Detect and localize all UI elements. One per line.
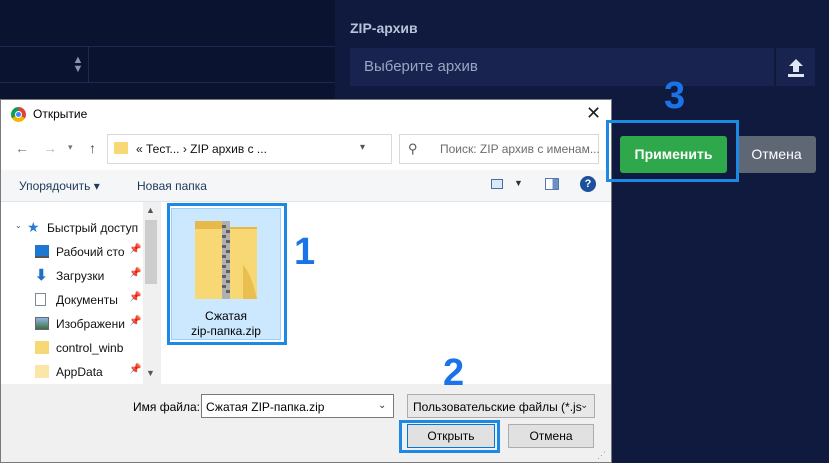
search-input[interactable]: ⚲ Поиск: ZIP архив с именам... — [399, 134, 600, 164]
preview-pane-icon[interactable] — [545, 178, 559, 190]
file-type-value: Пользовательские файлы (*.js — [413, 400, 582, 414]
pin-icon: 📌 — [129, 244, 142, 255]
view-options-icon[interactable] — [491, 179, 503, 189]
pin-icon: 📌 — [129, 364, 142, 375]
filename-label: Имя файла: — [133, 400, 200, 414]
download-icon: ⬇ — [35, 267, 48, 284]
nav-scrollbar[interactable]: ▲ ▼ — [143, 202, 159, 384]
breadcrumb[interactable]: « Тест... › ZIP архив с ... — [136, 142, 267, 156]
address-bar[interactable]: « Тест... › ZIP архив с ... ▾ ↻ — [107, 134, 486, 164]
chrome-icon — [11, 107, 26, 122]
table-divider — [0, 82, 335, 83]
cancel-web-button[interactable]: Отмена — [737, 136, 816, 173]
callout-box-1 — [167, 203, 287, 345]
sidebar-item-control-winb[interactable]: control_winb — [1, 336, 141, 360]
star-icon: ★ — [27, 219, 40, 235]
new-folder-button[interactable]: Новая папка — [137, 179, 207, 193]
callout-box-2 — [399, 420, 500, 453]
step-number-1: 1 — [294, 231, 316, 273]
sidebar-item-label: Быстрый доступ — [47, 221, 139, 235]
sidebar-item-label: control_winb — [56, 341, 124, 355]
sidebar-item-quick-access[interactable]: ⌄ ★ Быстрый доступ — [1, 216, 141, 240]
command-bar: Упорядочить ▾ Новая папка ▼ ? — [1, 170, 611, 202]
sidebar-item-downloads[interactable]: ⬇ Загрузки 📌 — [1, 264, 141, 288]
upload-button[interactable] — [775, 48, 815, 86]
chevron-down-icon[interactable]: ⌄ — [580, 400, 588, 411]
scroll-thumb[interactable] — [145, 220, 157, 284]
chevron-down-icon[interactable]: ▾ — [360, 142, 365, 153]
documents-icon — [35, 293, 46, 306]
organize-button[interactable]: Упорядочить ▾ — [19, 179, 100, 193]
pictures-icon — [35, 317, 49, 330]
folder-icon — [114, 142, 128, 154]
desktop-icon — [35, 245, 49, 258]
table-divider — [0, 46, 335, 47]
resize-grip-icon[interactable]: ⋰ — [597, 450, 606, 461]
sidebar-item-desktop[interactable]: Рабочий сто 📌 — [1, 240, 141, 264]
navigation-pane: ⌄ ★ Быстрый доступ Рабочий сто 📌 ⬇ Загру… — [1, 202, 159, 384]
help-icon[interactable]: ? — [580, 176, 596, 192]
pin-icon: 📌 — [129, 292, 142, 303]
filename-value: Сжатая ZIP-папка.zip — [206, 400, 325, 414]
file-type-select[interactable]: Пользовательские файлы (*.js ⌄ — [407, 394, 595, 418]
sidebar-item-pictures[interactable]: Изображени 📌 — [1, 312, 141, 336]
sidebar-item-label: Загрузки — [56, 269, 105, 283]
chevron-down-icon[interactable]: ⌄ — [378, 400, 386, 411]
back-arrow-icon[interactable]: ← — [15, 140, 29, 156]
pin-icon: 📌 — [129, 268, 142, 279]
search-icon: ⚲ — [408, 141, 418, 156]
callout-box-3 — [606, 120, 739, 182]
search-placeholder: Поиск: ZIP архив с именам... — [440, 142, 600, 156]
scroll-up-icon[interactable]: ▲ — [146, 205, 155, 215]
scroll-down-icon[interactable]: ▼ — [146, 368, 155, 378]
chevron-down-icon[interactable]: ⌄ — [15, 221, 22, 230]
sidebar-item-appdata[interactable]: AppData 📌 — [1, 360, 141, 384]
open-file-dialog: Открытие ✕ ← → ▾ ↑ « Тест... › ZIP архив… — [0, 99, 612, 463]
chevron-down-icon[interactable]: ▼ — [514, 178, 523, 188]
filename-input[interactable]: Сжатая ZIP-папка.zip ⌄ — [201, 394, 394, 418]
dialog-titlebar: Открытие ✕ — [1, 100, 611, 130]
forward-arrow-icon[interactable]: → — [43, 140, 57, 156]
upload-icon — [788, 59, 804, 77]
sidebar-item-label: Рабочий сто — [56, 245, 125, 259]
up-arrow-icon[interactable]: ↑ — [89, 140, 96, 156]
cancel-button[interactable]: Отмена — [508, 424, 594, 448]
step-number-2: 2 — [443, 352, 465, 394]
recent-dropdown-icon[interactable]: ▾ — [68, 142, 73, 153]
sidebar-item-documents[interactable]: Документы 📌 — [1, 288, 141, 312]
sidebar-item-label: AppData — [56, 365, 103, 379]
sidebar-item-label: Изображени — [56, 317, 125, 331]
column-divider — [88, 46, 89, 82]
pin-icon: 📌 — [129, 316, 142, 327]
dialog-footer: Имя файла: Сжатая ZIP-папка.zip ⌄ Пользо… — [1, 384, 611, 462]
sidebar-item-label: Документы — [56, 293, 118, 307]
folder-icon — [35, 365, 49, 378]
step-number-3: 3 — [664, 75, 686, 117]
folder-icon — [35, 341, 49, 354]
sort-icon[interactable]: ▲ ▼ — [70, 55, 86, 76]
zip-archive-label: ZIP-архив — [350, 20, 418, 36]
archive-input[interactable]: Выберите архив — [350, 48, 774, 86]
dialog-title: Открытие — [33, 107, 88, 121]
close-icon[interactable]: ✕ — [586, 103, 601, 124]
